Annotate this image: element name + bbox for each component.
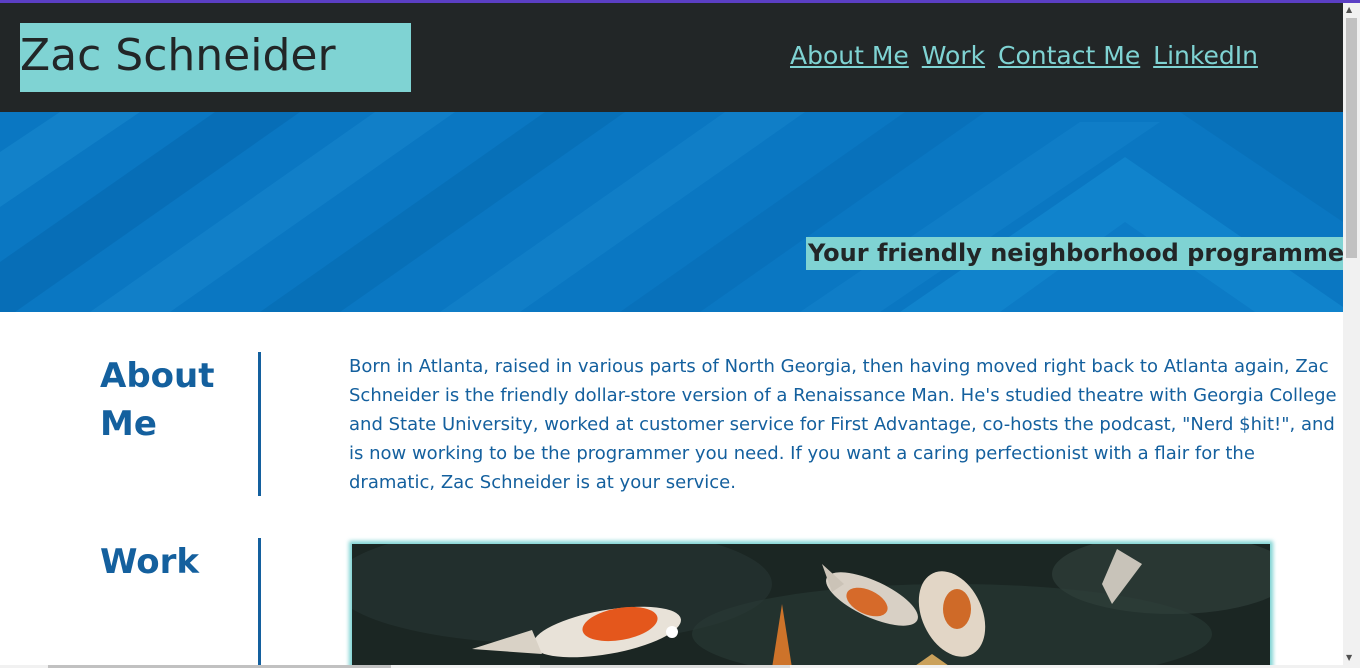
hero-pattern [0, 112, 1343, 312]
nav-link-about-me[interactable]: About Me [790, 41, 909, 70]
nav-link-work[interactable]: Work [922, 41, 985, 70]
about-me-heading-line2: Me [100, 404, 157, 444]
main-nav: About Me Work Contact Me LinkedIn [790, 41, 1263, 70]
work-divider [258, 538, 261, 668]
about-me-heading: About Me [100, 352, 214, 448]
koi-fish-illustration [352, 544, 1270, 668]
hero-tagline: Your friendly neighborhood programmer! [806, 237, 1343, 270]
scroll-down-arrow-icon[interactable]: ▼ [1346, 653, 1352, 662]
nav-link-contact-me[interactable]: Contact Me [998, 41, 1140, 70]
scroll-up-arrow-icon[interactable]: ▲ [1346, 5, 1352, 14]
about-me-divider [258, 352, 261, 496]
nav-link-linkedin[interactable]: LinkedIn [1153, 41, 1258, 70]
work-heading: Work [100, 542, 200, 582]
hero-banner: Your friendly neighborhood programmer! [0, 112, 1343, 312]
about-me-text: Born in Atlanta, raised in various parts… [349, 356, 1337, 493]
about-me-heading-line1: About [100, 356, 215, 396]
site-header: Zac Schneider About Me Work Contact Me L… [0, 3, 1343, 112]
koi-fish-image[interactable] [352, 544, 1270, 668]
vertical-scroll-thumb[interactable] [1346, 18, 1357, 258]
site-logo[interactable]: Zac Schneider [20, 23, 411, 92]
